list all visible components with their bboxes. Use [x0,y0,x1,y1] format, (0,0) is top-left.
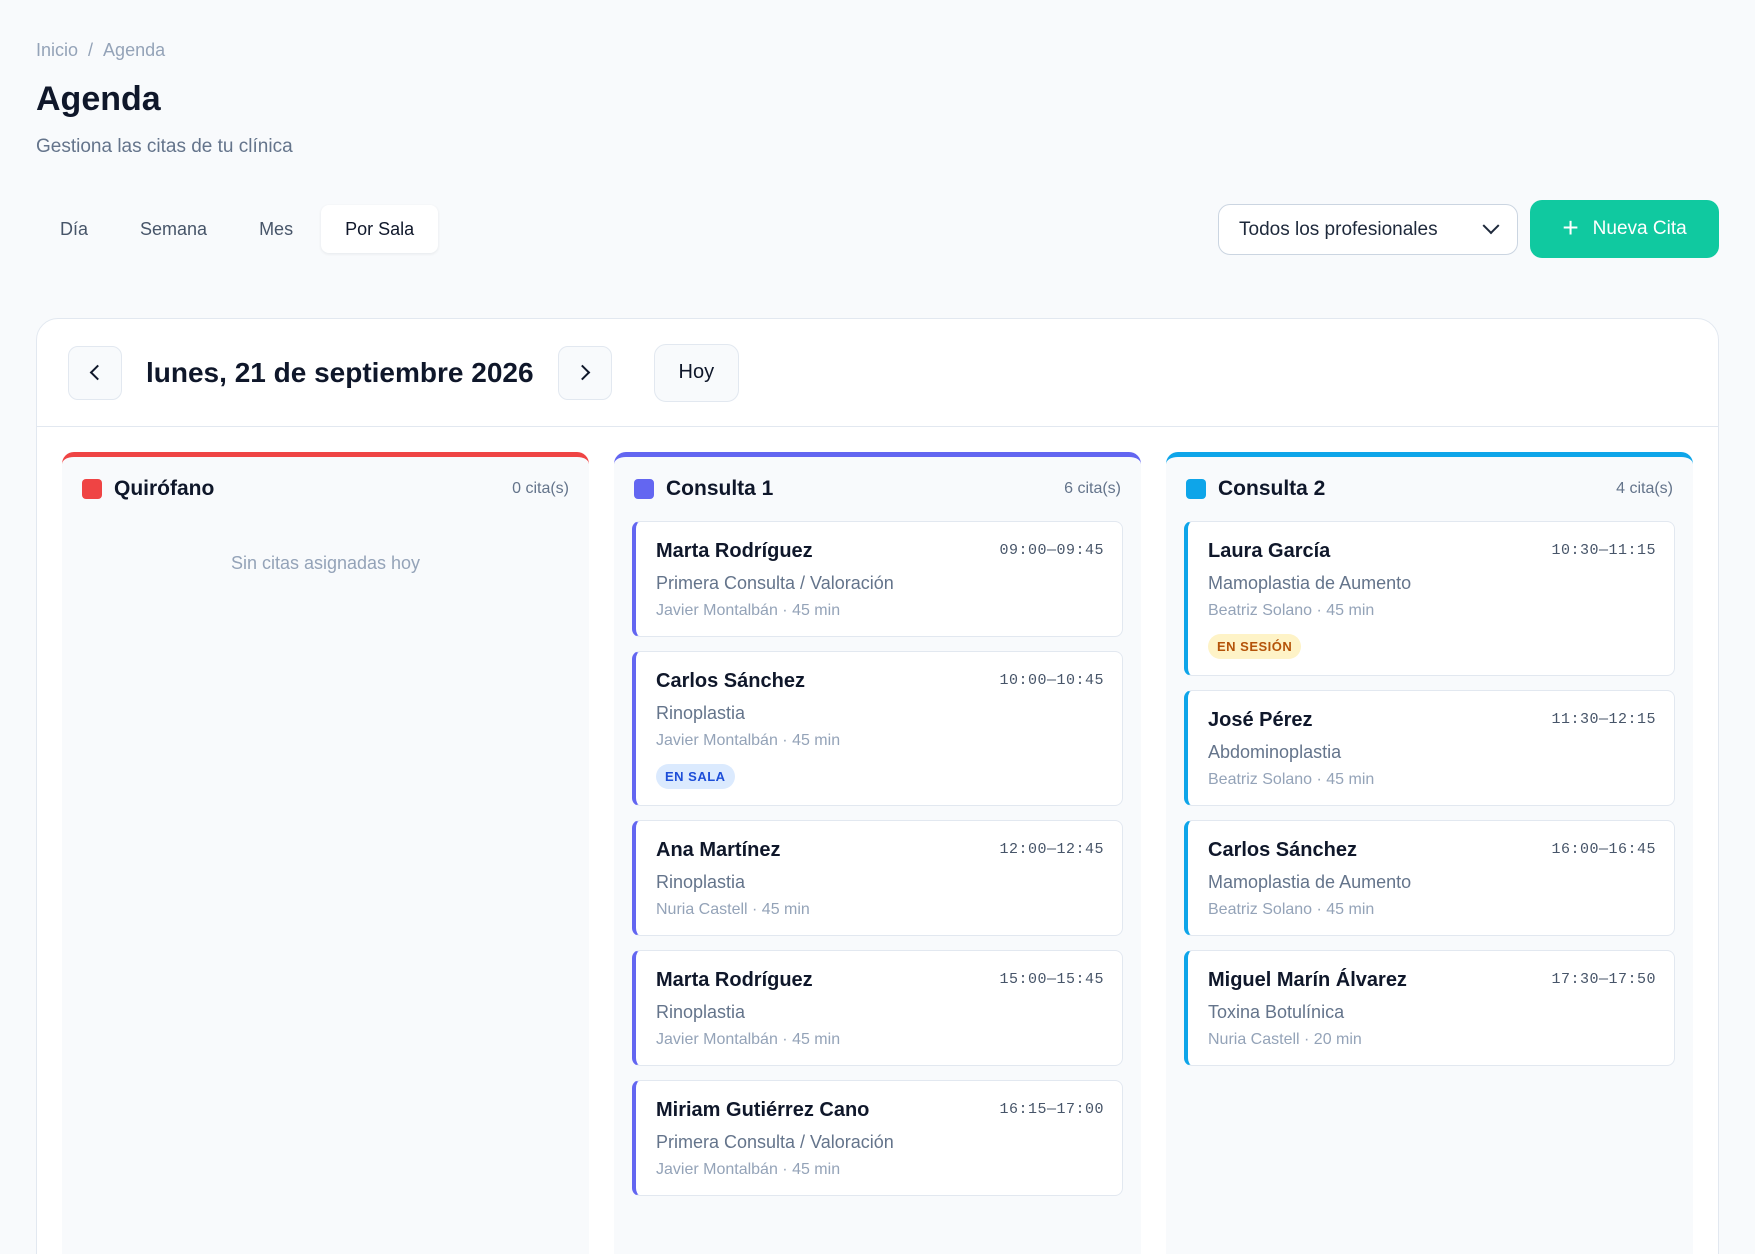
room-column: Consulta 1 6 cita(s) Marta Rodríguez 09:00—… [614,452,1141,1254]
room-appointment-count: 0 cita(s) [512,480,569,497]
professional-duration: Javier Montalbán · 45 min [656,1161,841,1178]
professional-duration: Javier Montalbán · 45 min [656,1031,841,1048]
status-badge: EN SALA [656,764,735,789]
date-navigation: lunes, 21 de septiembre 2026 Hoy [37,319,1718,427]
professional-select[interactable]: Todos los profesionales [1218,204,1518,255]
breadcrumb-current: Agenda [103,40,166,60]
procedure-name: Rinoplastia [656,872,746,892]
new-appointment-label: Nueva Cita [1592,218,1687,239]
room-header: Quirófano 0 cita(s) [62,457,589,521]
prev-day-button[interactable] [68,345,122,400]
professional-duration: Nuria Castell · 45 min [656,901,810,918]
procedure-name: Rinoplastia [656,703,746,723]
appointment-card[interactable]: Marta Rodríguez 15:00—15:45 Rinoplastia Jav… [632,950,1123,1066]
appointment-card[interactable]: Miriam Gutiérrez Cano 16:15—17:00 Primera … [632,1080,1123,1196]
professional-duration: Nuria Castell · 20 min [1208,1031,1362,1048]
breadcrumb-separator: / [88,40,94,60]
professional-duration: Javier Montalbán · 45 min [656,732,841,749]
room-appointment-count: 4 cita(s) [1616,480,1673,497]
appointment-time: 09:00—09:45 [999,542,1104,559]
room-appointment-count: 6 cita(s) [1064,480,1121,497]
room-header: Consulta 1 6 cita(s) [614,457,1141,521]
appointment-time: 10:00—10:45 [999,672,1104,689]
professional-duration: Beatriz Solano · 45 min [1208,771,1375,788]
appointment-card[interactable]: Ana Martínez 12:00—12:45 Rinoplastia Nuria … [632,820,1123,936]
appointment-card[interactable]: Marta Rodríguez 09:00—09:45 Primera Consul… [632,521,1123,637]
status-badge: EN SESIÓN [1208,634,1302,659]
professional-duration: Beatriz Solano · 45 min [1208,901,1375,918]
room-column: Consulta 2 4 cita(s) Laura García 10:30—11:… [1166,452,1693,1254]
chevron-right-icon [574,364,591,381]
room-color-indicator [634,479,654,499]
breadcrumb-home[interactable]: Inicio [36,40,78,61]
appointment-card[interactable]: José Pérez 11:30—12:15 Abdominoplastia Beat… [1184,690,1675,806]
room-color-indicator [82,479,102,499]
today-button[interactable]: Hoy [653,343,740,402]
empty-room-message: Sin citas asignadas hoy [230,553,421,573]
procedure-name: Mamoplastia de Aumento [1208,573,1412,593]
current-date: lunes, 21 de septiembre 2026 [146,356,534,388]
tab-mes[interactable]: Mes [235,205,317,253]
tab-por-sala[interactable]: Por Sala [321,205,439,253]
page-subtitle: Gestiona las citas de tu clínica [36,136,293,157]
appointment-time: 16:00—16:45 [1551,841,1656,858]
tab-semana[interactable]: Semana [116,205,231,253]
appointment-time: 12:00—12:45 [999,841,1104,858]
appointment-card[interactable]: Carlos Sánchez 16:00—16:45 Mamoplastia de … [1184,820,1675,936]
appointment-time: 11:30—12:15 [1551,711,1656,728]
next-day-button[interactable] [557,345,612,400]
plus-icon: + [1562,211,1579,243]
procedure-name: Primera Consulta / Valoración [656,573,894,593]
room-color-indicator [1186,479,1206,499]
appointment-card[interactable]: Laura García 10:30—11:15 Mamoplastia de Au… [1184,521,1675,676]
chevron-left-icon [89,364,105,381]
room-name: Quirófano [114,477,215,500]
view-tabs: Día Semana Mes Por Sala [36,205,439,253]
appointment-time: 15:00—15:45 [999,971,1104,988]
appointment-time: 16:15—17:00 [999,1101,1104,1118]
procedure-name: Mamoplastia de Aumento [1208,872,1412,892]
page-title: Agenda [36,80,161,118]
room-column: Quirófano 0 cita(s) Sin citas asignadas ho… [62,452,589,1254]
room-name: Consulta 1 [666,477,774,500]
procedure-name: Primera Consulta / Valoración [656,1132,894,1152]
appointment-card[interactable]: Miguel Marín Álvarez 17:30—17:50 Toxina Bo… [1184,950,1675,1066]
procedure-name: Rinoplastia [656,1002,746,1022]
appointment-card[interactable]: Carlos Sánchez 10:00—10:45 Rinoplastia Javi… [632,651,1123,806]
room-header: Consulta 2 4 cita(s) [1166,457,1693,521]
tab-dia[interactable]: Día [36,205,112,253]
professional-select-value: Todos los profesionales [1239,218,1438,240]
breadcrumb: Inicio / Agenda [36,40,165,61]
procedure-name: Toxina Botulínica [1208,1002,1345,1022]
chevron-down-icon [1482,216,1500,234]
room-name: Consulta 2 [1218,477,1326,500]
procedure-name: Abdominoplastia [1208,742,1342,762]
professional-duration: Beatriz Solano · 45 min [1208,602,1375,619]
appointment-time: 10:30—11:15 [1551,542,1656,559]
new-appointment-button[interactable]: + Nueva Cita [1530,200,1719,258]
appointment-time: 17:30—17:50 [1551,971,1656,988]
professional-duration: Javier Montalbán · 45 min [656,602,841,619]
